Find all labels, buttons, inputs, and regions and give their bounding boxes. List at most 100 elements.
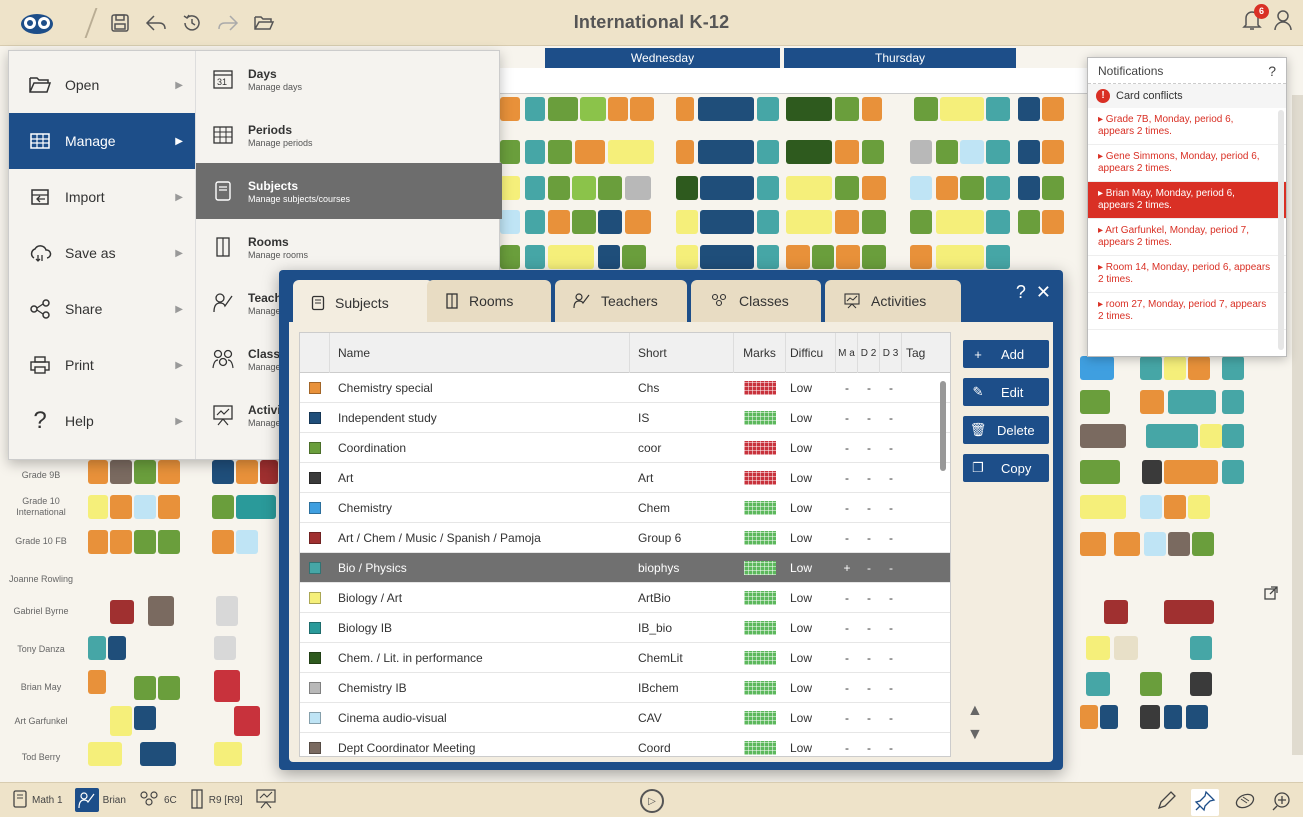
menu-item-label: Save as (65, 245, 116, 261)
table-row[interactable]: Independent study IS Low - - - (300, 403, 950, 433)
table-row[interactable]: Dept Coordinator Meeting Coord Low - - - (300, 733, 950, 756)
dialog-close-icon[interactable]: ✕ (1036, 282, 1051, 303)
table-row[interactable]: Chemistry Chem Low - - - (300, 493, 950, 523)
table-scrollbar[interactable] (940, 381, 946, 471)
folder-open-icon[interactable] (250, 9, 278, 37)
menu-item-manage[interactable]: Manage ▶ (9, 113, 195, 169)
cell-ma: - (845, 531, 849, 545)
dialog-help-icon[interactable]: ? (1016, 282, 1026, 303)
toolbar-divider (84, 7, 98, 38)
pin-icon[interactable] (1191, 789, 1219, 816)
submenu-title: Subjects (248, 178, 299, 193)
column-header-name[interactable]: Name (330, 333, 630, 373)
cell-name: Chemistry special (338, 381, 433, 395)
notification-item[interactable]: ▸ Brian May, Monday, period 6, appears 2… (1088, 182, 1286, 219)
edit-button[interactable]: ✎ Edit (963, 378, 1049, 406)
column-header-difficulty[interactable]: Difficu (786, 333, 836, 373)
bottom-teacher-label: Brian (102, 794, 126, 806)
cell-difficulty: Low (790, 711, 813, 725)
notification-item[interactable]: ▸ room 27, Monday, period 7, appears 2 t… (1088, 293, 1286, 330)
notification-item[interactable]: ▸ Room 14, Monday, period 6, appears 2 t… (1088, 256, 1286, 293)
user-icon[interactable] (1273, 8, 1293, 35)
cell-d2: - (867, 501, 871, 515)
column-header-d2[interactable]: D 2 (858, 333, 880, 373)
bottom-class[interactable]: 6C (138, 790, 177, 811)
row-label: Joanne Rowling (8, 574, 74, 584)
notification-item[interactable]: ▸ Grade 7B, Monday, period 6, appears 2 … (1088, 108, 1286, 145)
table-row[interactable]: Chemistry IB IBchem Low - - - (300, 673, 950, 703)
bottom-subject[interactable]: Math 1 (12, 789, 63, 811)
table-row[interactable]: Biology IB IB_bio Low - - - (300, 613, 950, 643)
cell-d2: - (867, 741, 871, 755)
column-header-d3[interactable]: D 3 (880, 333, 902, 373)
cell-name: Chem. / Lit. in performance (338, 651, 483, 665)
activities-icon (843, 293, 861, 309)
row-label: Tony Danza (17, 644, 65, 654)
pen-icon[interactable] (1155, 790, 1177, 815)
notification-item[interactable]: ▸ Art Garfunkel, Monday, period 7, appea… (1088, 219, 1286, 256)
column-header-ma[interactable]: M a (836, 333, 858, 373)
timetable-scrollbar[interactable] (1292, 95, 1303, 755)
eraser-icon[interactable] (1233, 790, 1257, 815)
zoom-in-icon[interactable] (1271, 790, 1293, 815)
save-icon[interactable] (106, 9, 134, 37)
notifications-bell-icon[interactable]: 6 (1241, 4, 1269, 35)
move-up-icon[interactable]: ▲ (967, 702, 983, 720)
cell-d2: - (867, 711, 871, 725)
menu-item-share[interactable]: Share ▶ (9, 281, 195, 337)
redo-icon[interactable] (214, 9, 242, 37)
submenu-item-days[interactable]: 31 Days Manage days (196, 51, 502, 107)
bottom-room[interactable]: R9 [R9] (189, 788, 243, 812)
share-icon (25, 299, 55, 319)
cell-name: Dept Coordinator Meeting (338, 741, 476, 755)
column-header-tag[interactable]: Tag (902, 333, 950, 373)
row-label: Grade 9B (21, 470, 61, 480)
trash-icon: 🗑 (969, 422, 987, 437)
submenu-item-subjects[interactable]: Subjects Manage subjects/courses (196, 163, 502, 219)
table-row[interactable]: Art / Chem / Music / Spanish / Pamoja Gro… (300, 523, 950, 553)
help-icon: ? (33, 407, 47, 434)
tab-classes[interactable]: Classes (691, 280, 821, 322)
external-link-icon[interactable] (1264, 586, 1278, 603)
move-down-icon[interactable]: ▼ (967, 726, 983, 744)
tab-activities[interactable]: Activities (825, 280, 961, 322)
owl-logo-icon[interactable] (14, 8, 60, 38)
table-row[interactable]: Chemistry special Chs Low - - - (300, 373, 950, 403)
menu-item-save-as[interactable]: Save as ▶ (9, 225, 195, 281)
cell-name: Chemistry (338, 501, 393, 515)
delete-button[interactable]: 🗑 Delete (963, 416, 1049, 444)
submenu-item-rooms[interactable]: Rooms Manage rooms (196, 219, 502, 275)
table-row[interactable]: Coordination coor Low - - - (300, 433, 950, 463)
notification-item[interactable]: ▸ Gene Simmons, Monday, period 6, appear… (1088, 145, 1286, 182)
column-header-marks[interactable]: Marks (734, 333, 786, 373)
submenu-item-periods[interactable]: Periods Manage periods (196, 107, 502, 163)
tab-subjects[interactable]: Subjects (293, 280, 433, 326)
table-row[interactable]: Cinema audio-visual CAV Low - - - (300, 703, 950, 733)
cell-marks (734, 733, 786, 756)
notifications-scrollbar[interactable] (1278, 110, 1284, 350)
copy-button[interactable]: ❐ Copy (963, 454, 1049, 482)
tab-teachers[interactable]: Teachers (555, 280, 687, 322)
cell-d2: - (867, 651, 871, 665)
menu-item-help[interactable]: ? Help ▶ (9, 393, 195, 449)
notifications-help-icon[interactable]: ? (1268, 63, 1276, 79)
color-swatch (300, 613, 330, 643)
menu-item-open[interactable]: Open ▶ (9, 57, 195, 113)
add-button[interactable]: + Add (963, 340, 1049, 368)
tab-rooms[interactable]: Rooms (427, 280, 551, 322)
table-row[interactable]: Bio / Physics biophys Low + - - (300, 553, 950, 583)
bottom-activities[interactable] (255, 788, 277, 812)
menu-item-print[interactable]: Print ▶ (9, 337, 195, 393)
cell-difficulty: Low (790, 561, 813, 575)
table-row[interactable]: Chem. / Lit. in performance ChemLit Low - - - (300, 643, 950, 673)
table-row[interactable]: Biology / Art ArtBio Low - - - (300, 583, 950, 613)
history-icon[interactable] (178, 9, 206, 37)
menu-item-import[interactable]: Import ▶ (9, 169, 195, 225)
play-icon[interactable]: ▷ (640, 789, 664, 813)
bottom-teacher[interactable]: Brian (74, 788, 126, 812)
color-swatch (309, 652, 321, 664)
undo-icon[interactable] (142, 9, 170, 37)
table-row[interactable]: Art Art Low - - - (300, 463, 950, 493)
bottom-subject-label: Math 1 (32, 794, 63, 806)
column-header-short[interactable]: Short (630, 333, 734, 373)
